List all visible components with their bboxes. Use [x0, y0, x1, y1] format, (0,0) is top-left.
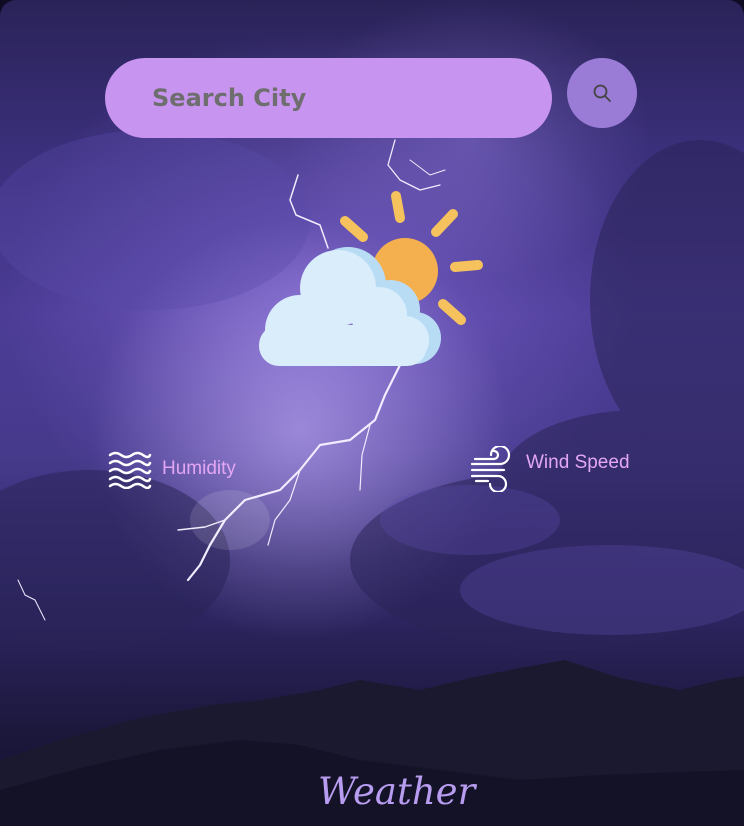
search-bar [105, 58, 552, 138]
brand-logo: Weather [318, 770, 476, 813]
weather-card: Humidity Wind Speed Weather [0, 0, 744, 826]
search-input[interactable] [150, 83, 552, 113]
wind-speed-stat: Wind Speed [470, 446, 630, 492]
wind-speed-label: Wind Speed [526, 452, 630, 473]
waves-icon [108, 451, 152, 489]
humidity-label: Humidity [162, 458, 236, 479]
wind-icon [470, 446, 511, 492]
humidity-stat: Humidity [108, 449, 236, 489]
search-icon [593, 84, 611, 102]
search-button[interactable] [567, 58, 637, 128]
partly-cloudy-icon [259, 191, 483, 366]
